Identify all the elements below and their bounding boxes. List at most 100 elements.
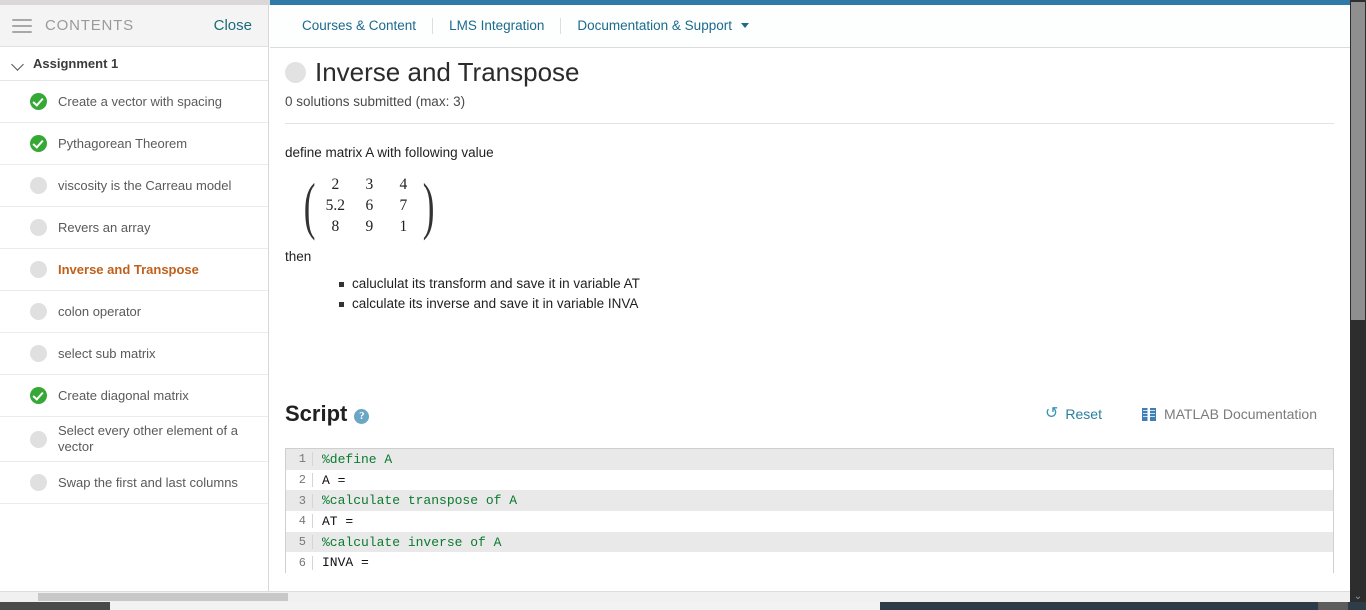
script-title: Script [285,401,348,426]
page-title: Inverse and Transpose [315,57,580,87]
problem-description: define matrix A with following value [285,145,494,160]
code-text: %calculate inverse of A [322,534,502,550]
incomplete-circle-icon [30,474,47,491]
problem-list: Create a vector with spacing Pythagorean … [0,81,268,504]
main-panel: Courses & Content LMS Integration Document… [270,5,1351,610]
nav-item-1[interactable]: LMS Integration [432,18,560,34]
problem-content: Inverse and Transpose 0 solutions submit… [270,48,1351,610]
nav-item-label: Documentation & Support [577,18,732,33]
incomplete-circle-icon [30,177,47,194]
incomplete-circle-icon [30,303,47,320]
script-section-header: Script ? ↻ Reset MATLAB Documentation [285,402,1335,426]
book-icon [1141,407,1156,421]
line-number: 4 [286,514,313,529]
sidebar-item-label: Inverse and Transpose [58,261,199,277]
code-text: %define A [322,451,393,467]
hamburger-icon[interactable] [12,18,32,33]
task-item: caluclulat its transform and save it in … [339,274,1335,294]
nav-item-label: LMS Integration [449,18,545,33]
matlab-documentation-link[interactable]: MATLAB Documentation [1141,406,1317,422]
sidebar-item-label: viscosity is the Carreau model [58,177,232,193]
incomplete-circle-icon [30,345,47,362]
sidebar-item-2[interactable]: viscosity is the Carreau model [0,165,268,207]
task-item: calculate its inverse and save it in var… [339,294,1335,314]
assignment-group-header[interactable]: Assignment 1 [0,47,268,81]
matrix-cell: 2 [331,176,340,193]
line-number: 2 [286,473,313,488]
then-label: then [285,249,312,264]
sidebar-item-label: select sub matrix [58,345,156,361]
sidebar-item-label: Select every other element of a vector [58,423,238,454]
sidebar-item-7[interactable]: Create diagonal matrix [0,375,268,417]
sidebar-item-1[interactable]: Pythagorean Theorem [0,123,268,165]
complete-check-icon [30,387,47,404]
incomplete-circle-icon [30,261,47,278]
line-number: 3 [286,493,313,508]
sidebar-item-label: Revers an array [58,219,151,235]
sidebar-item-8[interactable]: Select every other element of a vector [0,417,268,462]
close-sidebar-button[interactable]: Close [214,17,252,34]
reset-label: Reset [1065,406,1102,422]
page-horizontal-scrollbar[interactable] [0,591,1350,602]
sidebar-item-9[interactable]: Swap the first and last columns [0,462,268,504]
code-text: A = [322,472,346,488]
refresh-icon: ↻ [1044,405,1059,422]
matrix-cell: 7 [399,197,408,214]
status-circle-icon [285,61,306,83]
script-actions: ↻ Reset MATLAB Documentation [1044,405,1317,422]
taskbar-tray-segment [1318,602,1348,610]
header-divider [285,123,1334,124]
sidebar-item-label: Create a vector with spacing [58,93,223,109]
matrix-display: ( 2 3 4 5.2 6 7 8 9 1 ) [299,169,440,241]
os-taskbar [0,602,1366,610]
code-line[interactable]: 3 %calculate transpose of A [286,490,1333,512]
nav-item-0[interactable]: Courses & Content [286,18,432,34]
chevron-down-icon [12,57,25,70]
matrix-cell: 4 [399,176,408,193]
sidebar-item-label: Create diagonal matrix [58,387,189,403]
matrix-cell: 3 [365,176,374,193]
task-list: caluclulat its transform and save it in … [285,274,1335,314]
code-line[interactable]: 6 INVA = [286,552,1333,574]
scroll-down-arrow-icon[interactable]: ⌄ [1350,592,1366,602]
incomplete-circle-icon [30,430,47,448]
sidebar-item-label: colon operator [58,303,142,319]
top-navbar: Courses & Content LMS Integration Document… [270,5,1351,48]
code-line[interactable]: 1 %define A [286,449,1333,470]
matrix-cell: 6 [365,197,374,214]
nav-item-label: Courses & Content [302,18,417,33]
sidebar-item-label: Swap the first and last columns [58,474,238,490]
complete-check-icon [30,93,47,110]
taskbar-window-segment [110,602,880,610]
line-number: 1 [286,452,313,467]
sidebar-item-5[interactable]: colon operator [0,291,268,333]
matrix-left-paren: ( [303,169,316,241]
reset-button[interactable]: ↻ Reset [1044,405,1102,422]
sidebar-item-0[interactable]: Create a vector with spacing [0,81,268,123]
code-text: INVA = [322,555,369,571]
code-editor[interactable]: 1 %define A 2 A = 3 %calculate transpose of A… [285,448,1334,574]
matlab-documentation-label: MATLAB Documentation [1163,406,1317,422]
submission-count: 0 solutions submitted (max: 3) [285,94,466,109]
code-text: %calculate transpose of A [322,493,518,509]
contents-title: CONTENTS [45,17,134,34]
page-vertical-scrollbar[interactable]: ⌄ [1350,0,1366,610]
vertical-scrollbar-thumb[interactable] [1351,2,1365,320]
sidebar-item-3[interactable]: Revers an array [0,207,268,249]
incomplete-circle-icon [30,219,47,236]
horizontal-scrollbar-thumb[interactable] [38,593,288,601]
sidebar-item-4[interactable]: Inverse and Transpose [0,249,268,291]
contents-sidebar: CONTENTS Close Assignment 1 Create a vec… [0,5,269,610]
line-number: 6 [286,555,313,570]
nav-item-2[interactable]: Documentation & Support [560,18,765,34]
code-line[interactable]: 4 AT = [286,511,1333,532]
code-line[interactable]: 5 %calculate inverse of A [286,531,1333,553]
sidebar-item-label: Pythagorean Theorem [58,135,188,151]
assignment-title: Assignment 1 [33,56,119,71]
matrix-cell: 9 [365,218,374,235]
help-circle-icon[interactable]: ? [354,408,370,424]
code-line[interactable]: 2 A = [286,469,1333,491]
sidebar-item-6[interactable]: select sub matrix [0,333,268,375]
code-text: AT = [322,513,354,529]
matrix-cell: 5.2 [325,197,345,214]
